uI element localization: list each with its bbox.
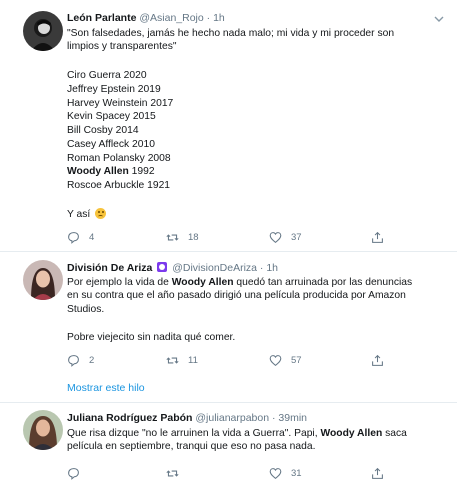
tweet[interactable]: León Parlante @Asian_Rojo · 1h "Son fals… — [0, 0, 457, 250]
tweet-text-line: Y así — [67, 208, 107, 221]
heart-icon — [269, 467, 282, 479]
community-badge-icon — [157, 262, 168, 272]
tweet-actions: 2 11 57 — [67, 353, 417, 367]
bold-name: Woody Allen — [67, 166, 129, 177]
text-fragment: Que risa dizque "no le arruinen la vida … — [67, 428, 318, 439]
timestamp[interactable]: 1h — [266, 262, 278, 274]
author-handle[interactable]: @Asian_Rojo — [139, 12, 203, 24]
bold-line-year: 1992 — [131, 166, 155, 177]
tweet-text-line: Roman Polansky 2008 — [67, 153, 171, 164]
share-button[interactable] — [371, 230, 384, 244]
retweet-button[interactable] — [166, 466, 188, 480]
heart-icon — [269, 354, 282, 366]
bold-name: Woody Allen — [171, 277, 234, 288]
tweet-text-line: en su contra que el año pasado dirigió u… — [67, 290, 406, 301]
separator-dot: · — [259, 262, 264, 274]
separator-dot: · — [272, 412, 276, 424]
tweet-text-line: Roscoe Arbuckle 1921 — [67, 180, 171, 191]
text-fragment: saca — [385, 428, 407, 439]
like-button[interactable]: 37 — [269, 230, 302, 244]
tweet-header: León Parlante @Asian_Rojo · 1h — [67, 12, 225, 24]
retweet-count: 11 — [188, 354, 198, 366]
avatar[interactable] — [23, 11, 63, 51]
retweet-button[interactable]: 18 — [166, 230, 199, 244]
share-icon — [372, 467, 383, 479]
reply-button[interactable]: 4 — [67, 230, 94, 244]
reply-count: 2 — [89, 354, 95, 366]
author-name[interactable]: Juliana Rodríguez Pabón — [67, 412, 192, 424]
avatar[interactable] — [23, 260, 63, 300]
show-thread-link[interactable]: Mostrar este hilo — [67, 382, 145, 394]
avatar[interactable] — [23, 410, 63, 450]
reply-icon — [68, 231, 79, 244]
reply-button[interactable]: 2 — [67, 353, 94, 367]
tweet[interactable]: Juliana Rodríguez Pabón @julianarpabon ·… — [0, 403, 457, 483]
like-count: 57 — [291, 354, 302, 366]
text-fragment: Por ejemplo la vida de — [67, 277, 169, 288]
chevron-down-icon[interactable] — [433, 13, 445, 25]
tweet-text-line: Bill Cosby 2014 — [67, 125, 139, 136]
reply-count: 4 — [89, 231, 95, 243]
like-count: 37 — [291, 231, 302, 243]
separator-dot: · — [206, 12, 211, 24]
share-button[interactable] — [371, 466, 384, 480]
heart-icon — [269, 231, 282, 243]
timestamp[interactable]: 39min — [278, 412, 307, 424]
retweet-count: 18 — [188, 231, 199, 243]
tweet-text-line: Por ejemplo la vida de Woody Allen quedó… — [67, 277, 412, 289]
tweet-text-line: limpios y transparentes" — [67, 41, 177, 52]
tweet-text-line: "Son falsedades, jamás he hecho nada mal… — [67, 28, 395, 39]
share-button[interactable] — [371, 353, 384, 367]
timestamp[interactable]: 1h — [213, 12, 225, 24]
tweet-text-line: Kevin Spacey 2015 — [67, 111, 156, 122]
tweet[interactable]: División De Ariza @DivisionDeAriza · 1h … — [0, 252, 457, 399]
text-fragment: quedó tan arruinada por las denuncias — [236, 277, 413, 288]
closing-text: Y así — [67, 209, 91, 220]
retweet-icon — [166, 469, 179, 477]
tweet-text-line: Harvey Weinstein 2017 — [67, 98, 174, 109]
like-count: 31 — [291, 467, 302, 479]
tweet-text-line: Casey Affleck 2010 — [67, 139, 155, 150]
author-name[interactable]: División De Ariza — [67, 262, 152, 274]
tweet-text-line: Woody Allen 1992 — [67, 166, 155, 178]
share-icon — [372, 354, 383, 366]
share-icon — [372, 231, 383, 243]
reply-icon — [68, 354, 79, 367]
author-handle[interactable]: @DivisionDeAriza — [172, 262, 257, 274]
tweet-text-line: Ciro Guerra 2020 — [67, 70, 147, 81]
reply-button[interactable] — [67, 466, 89, 480]
bold-name: Woody Allen — [320, 428, 383, 439]
author-name[interactable]: León Parlante — [67, 12, 136, 24]
tweet-text-line: Que risa dizque "no le arruinen la vida … — [67, 428, 407, 440]
tweet-text-line: Jeffrey Epstein 2019 — [67, 84, 161, 95]
tweet-header: División De Ariza @DivisionDeAriza · 1h — [67, 262, 278, 274]
like-button[interactable]: 31 — [269, 466, 302, 480]
tweet-actions: 4 18 37 — [67, 230, 417, 244]
retweet-icon — [166, 233, 179, 241]
tweet-text-line: Studios. — [67, 304, 105, 315]
tweet-header: Juliana Rodríguez Pabón @julianarpabon ·… — [67, 412, 307, 424]
author-handle[interactable]: @julianarpabon — [195, 412, 269, 424]
tweet-text-line: Pobre viejecito sin nadita qué comer. — [67, 332, 236, 343]
tweet-actions: 31 — [67, 466, 417, 480]
retweet-button[interactable]: 11 — [166, 353, 198, 367]
reply-icon — [68, 467, 79, 480]
worried-face-emoji-icon — [95, 208, 107, 219]
tweet-text-line: película en septiembre, tranqui que eso … — [67, 441, 316, 452]
retweet-icon — [166, 356, 179, 364]
like-button[interactable]: 57 — [269, 353, 302, 367]
